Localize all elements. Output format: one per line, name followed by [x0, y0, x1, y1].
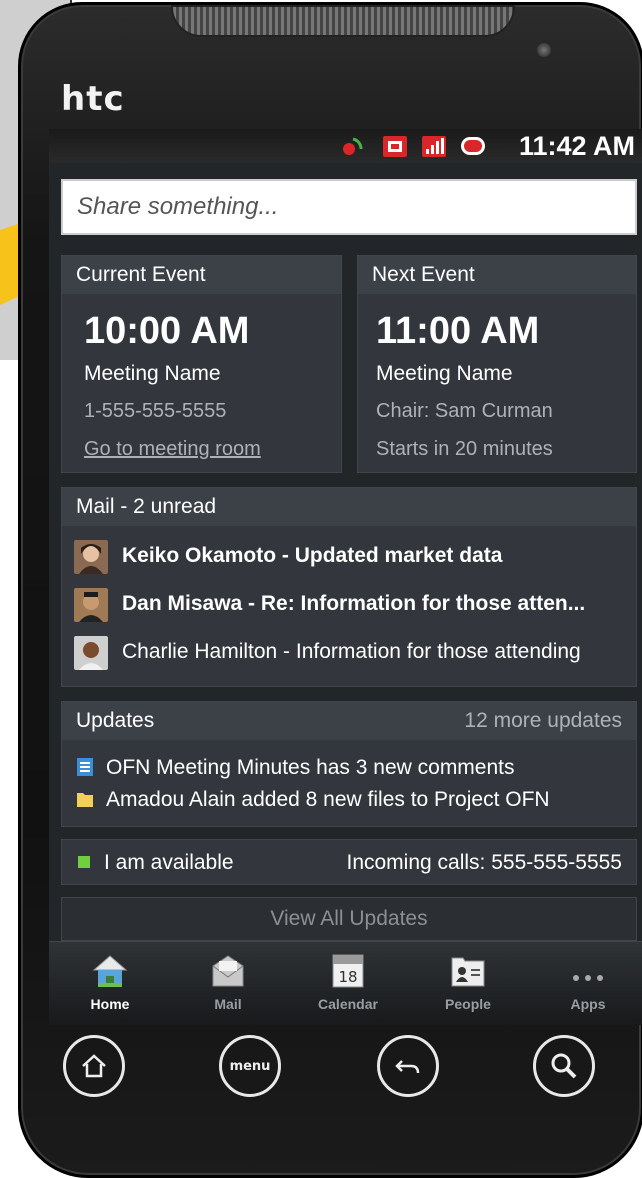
availability-status: I am available: [104, 851, 234, 874]
mail-item[interactable]: Keiko Okamoto - Updated market data: [74, 540, 634, 574]
updates-card: Updates 12 more updates OFN Meeting Minu…: [61, 701, 637, 827]
home-outline-icon: [82, 1054, 106, 1078]
tab-label: Mail: [214, 996, 242, 1012]
speaker-grille: [171, 5, 515, 37]
signal-strength-icon: [422, 136, 446, 157]
avatar: [74, 540, 108, 574]
update-item[interactable]: Amadou Alain added 8 new files to Projec…: [76, 788, 550, 814]
next-event-card[interactable]: Next Event 11:00 AM Meeting Name Chair: …: [357, 255, 637, 473]
go-to-meeting-room-link[interactable]: Go to meeting room: [84, 438, 261, 461]
updates-title: Updates: [76, 709, 155, 732]
apps-icon: [573, 975, 603, 981]
current-event-header: Current Event: [62, 256, 341, 294]
presence-bar[interactable]: I am available Incoming calls: 555-555-5…: [61, 839, 637, 885]
tab-calendar[interactable]: 18 Calendar: [293, 942, 403, 1025]
tab-apps[interactable]: Apps: [533, 942, 642, 1025]
search-icon: [551, 1053, 577, 1079]
avatar: [74, 588, 108, 622]
calendar-icon: 18: [332, 954, 364, 988]
document-icon: [77, 758, 93, 776]
phone-body: htc 11:42 AM Current Event 10:00 AM: [18, 2, 642, 1178]
mail-header[interactable]: Mail - 2 unread: [62, 488, 636, 526]
view-all-updates-button[interactable]: View All Updates: [61, 897, 637, 941]
tab-label: Home: [90, 996, 130, 1012]
update-item[interactable]: OFN Meeting Minutes has 3 new comments: [76, 756, 515, 782]
incoming-calls: Incoming calls: 555-555-5555: [346, 851, 622, 874]
hardware-back-button[interactable]: [377, 1035, 439, 1097]
updates-header[interactable]: Updates 12 more updates: [62, 702, 636, 740]
front-camera: [537, 43, 551, 57]
current-event-card[interactable]: Current Event 10:00 AM Meeting Name 1-55…: [61, 255, 342, 473]
calendar-day: 18: [338, 968, 357, 986]
tab-home[interactable]: Home: [55, 942, 165, 1025]
more-updates-link[interactable]: 12 more updates: [464, 702, 622, 740]
back-arrow-icon: [395, 1060, 420, 1074]
mail-item-text: Dan Misawa - Re: Information for those a…: [122, 592, 586, 615]
hardware-search-button[interactable]: [533, 1035, 595, 1097]
tab-bar: Home Mail 18 Calendar People Apps: [49, 941, 642, 1025]
next-event-header: Next Event: [358, 256, 636, 294]
status-time: 11:42 AM: [518, 131, 635, 161]
brand-logo: htc: [61, 79, 125, 119]
tab-label: Apps: [570, 996, 606, 1012]
hardware-home-button[interactable]: [63, 1035, 125, 1097]
tab-label: Calendar: [318, 996, 378, 1012]
hardware-menu-button[interactable]: menu: [219, 1035, 281, 1097]
mail-item-text: Keiko Okamoto - Updated market data: [122, 544, 503, 567]
mail-item-text: Charlie Hamilton - Information for those…: [122, 640, 581, 663]
next-event-starts: Starts in 20 minutes: [376, 438, 553, 460]
mail-item[interactable]: Charlie Hamilton - Information for those…: [74, 636, 634, 670]
current-event-phone[interactable]: 1-555-555-5555: [84, 400, 226, 423]
screen: 11:42 AM Current Event 10:00 AM Meeting …: [49, 129, 642, 1025]
tab-mail[interactable]: Mail: [173, 942, 283, 1025]
battery-icon: [461, 137, 485, 155]
next-event-chair: Chair: Sam Curman: [376, 400, 553, 422]
update-item-text: OFN Meeting Minutes has 3 new comments: [106, 756, 515, 779]
update-item-text: Amadou Alain added 8 new files to Projec…: [106, 788, 550, 811]
current-event-time: 10:00 AM: [84, 310, 250, 352]
status-bar: 11:42 AM: [49, 129, 642, 163]
availability-indicator: [78, 856, 90, 868]
share-input[interactable]: [63, 181, 635, 233]
avatar: [74, 636, 108, 670]
next-event-time: 11:00 AM: [376, 310, 540, 352]
sim-icon: [383, 136, 407, 157]
share-box[interactable]: [61, 179, 637, 235]
mail-item[interactable]: Dan Misawa - Re: Information for those a…: [74, 588, 634, 622]
folder-icon: [77, 793, 93, 807]
mail-icon: [212, 955, 244, 987]
home-icon: [92, 955, 128, 987]
next-event-name: Meeting Name: [376, 362, 513, 385]
tab-label: People: [445, 996, 491, 1012]
mail-card: Mail - 2 unread Keiko Okamoto - Updated …: [61, 487, 637, 687]
signal-sync-icon: [343, 137, 363, 155]
tab-people[interactable]: People: [413, 942, 523, 1025]
current-event-name: Meeting Name: [84, 362, 221, 385]
people-icon: [451, 957, 485, 987]
